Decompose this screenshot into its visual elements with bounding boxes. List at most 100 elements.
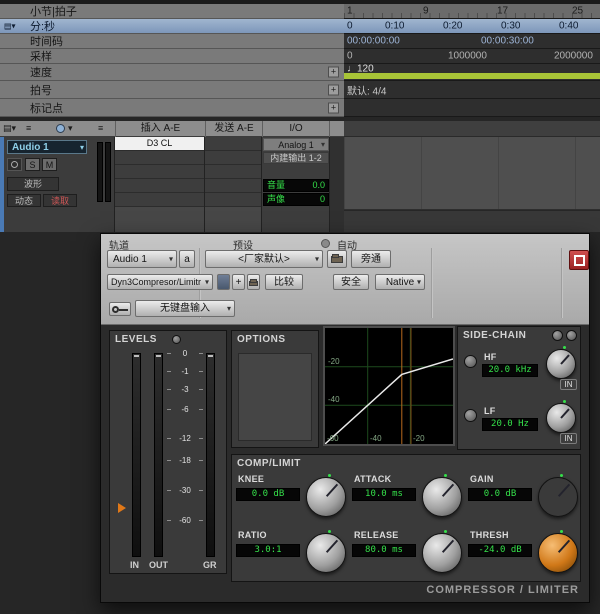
gain-knob[interactable]: [538, 477, 578, 517]
ruler-minsec-label-row[interactable]: ▤▾ 分:秒: [0, 19, 344, 34]
graph-x-tick: -60: [327, 434, 339, 443]
lf-value[interactable]: 20.0 Hz: [482, 418, 538, 431]
release-knob[interactable]: [422, 533, 462, 573]
edit-tools-icon[interactable]: ≡: [26, 123, 31, 133]
sends-column-header[interactable]: 发送 A-E: [205, 121, 262, 137]
lf-knob[interactable]: [546, 403, 576, 433]
ruler-markers-track[interactable]: [344, 99, 600, 117]
track-meter-left: [97, 142, 103, 202]
lf-in-button[interactable]: IN: [560, 433, 577, 444]
output-selector[interactable]: 内建输出 1-2: [263, 152, 329, 164]
ratio-label: RATIO: [238, 530, 267, 540]
librarian-icon[interactable]: [321, 239, 330, 248]
input-selector[interactable]: Analog 1: [263, 138, 329, 151]
sidechain-key-button[interactable]: [552, 330, 563, 341]
samples-value: 2000000: [554, 51, 593, 62]
insert-slot-5[interactable]: [115, 193, 204, 207]
track-list-menu-icon[interactable]: ▤▾: [3, 123, 16, 134]
keyboard-target-selector[interactable]: 无键盘输入: [135, 300, 235, 317]
insert-slot-4[interactable]: [115, 179, 204, 193]
release-value[interactable]: 80.0 ms: [352, 544, 416, 557]
preset-selector[interactable]: <厂家默认>: [205, 250, 323, 268]
mute-button[interactable]: M: [42, 158, 57, 171]
record-enable-button[interactable]: [7, 158, 22, 171]
graph-y-tick: -40: [328, 395, 340, 404]
automation-enable-button[interactable]: a: [179, 250, 195, 268]
target-button[interactable]: [569, 250, 589, 270]
knee-knob[interactable]: [306, 477, 346, 517]
markers-add-button[interactable]: +: [328, 102, 339, 113]
send-slot-1[interactable]: [205, 137, 261, 151]
attack-value[interactable]: 10.0 ms: [352, 488, 416, 501]
ruler-tempo-label-row[interactable]: 速度 +: [0, 64, 344, 81]
knee-value[interactable]: 0.0 dB: [236, 488, 300, 501]
ruler-bars-track[interactable]: 1 9 17 25: [344, 4, 600, 19]
thresh-knob[interactable]: [538, 533, 578, 573]
automation-mode-button[interactable]: 读取: [43, 194, 77, 207]
pan-readout[interactable]: 声像 0: [263, 193, 329, 206]
ratio-knob[interactable]: [306, 533, 346, 573]
ruler-tempo-track[interactable]: ♩120: [344, 64, 600, 81]
ruler-bars-label-row[interactable]: 小节|拍子: [0, 4, 344, 19]
track-view-selector[interactable]: 波形: [7, 177, 59, 191]
send-slot-2[interactable]: [205, 151, 261, 165]
ruler-timecode-label-row[interactable]: 时间码: [0, 34, 344, 49]
threshold-arrow-icon[interactable]: [118, 503, 126, 513]
send-slot-3[interactable]: [205, 165, 261, 179]
ratio-value[interactable]: 3.0:1: [236, 544, 300, 557]
save-folder-icon: [249, 281, 258, 286]
solo-button[interactable]: S: [25, 158, 40, 171]
tempo-add-button[interactable]: +: [328, 67, 339, 78]
attack-knob[interactable]: [422, 477, 462, 517]
preset-folder-button[interactable]: [327, 250, 347, 268]
save-preset-button[interactable]: [247, 274, 260, 290]
automation-group-button[interactable]: 动态: [7, 194, 41, 207]
settings-menu-button[interactable]: [217, 274, 230, 290]
meter-add-button[interactable]: +: [328, 84, 339, 95]
ruler-list-icon[interactable]: ▤▾: [4, 22, 16, 31]
ruler-timecode-track[interactable]: 00:00:00:00 00:00:30:00: [344, 34, 600, 49]
hf-in-button[interactable]: IN: [560, 379, 577, 390]
send-slot-4[interactable]: [205, 179, 261, 193]
add-preset-button[interactable]: +: [232, 274, 245, 290]
volume-readout[interactable]: 音量 0.0: [263, 179, 329, 192]
track-lane[interactable]: [344, 137, 600, 210]
keyboard-focus-button[interactable]: [109, 302, 131, 316]
track-name-field[interactable]: Audio 1 ▾: [7, 140, 87, 154]
clock-caret-icon[interactable]: ▾: [68, 123, 73, 134]
bars-tick: 1: [347, 6, 353, 17]
hf-value[interactable]: 20.0 kHz: [482, 364, 538, 377]
hf-knob[interactable]: [546, 349, 576, 379]
levels-knob-icon[interactable]: [172, 335, 181, 344]
insert-slot-2[interactable]: [115, 151, 204, 165]
list-icon[interactable]: ≡: [98, 123, 103, 133]
sidechain-listen-button[interactable]: [566, 330, 577, 341]
inserts-column-header[interactable]: 插入 A-E: [115, 121, 205, 137]
timeline-header-spacer: [344, 121, 600, 137]
thresh-value[interactable]: -24.0 dB: [468, 544, 532, 557]
ruler-markers-label-row[interactable]: 标记点 +: [0, 99, 344, 117]
plugin-selector[interactable]: Dyn3Compresor/Limitr: [107, 274, 213, 290]
ruler-samples-track[interactable]: 0 1000000 2000000: [344, 49, 600, 64]
track-name: Audio 1: [12, 142, 49, 153]
compare-button[interactable]: 比较: [265, 274, 303, 290]
plugin-track-selector[interactable]: Audio 1: [107, 250, 177, 268]
gain-value[interactable]: 0.0 dB: [468, 488, 532, 501]
ruler-minsec-track[interactable]: 0 0:10 0:20 0:30 0:40: [344, 19, 600, 34]
clock-icon[interactable]: [56, 124, 65, 133]
lf-listen-button[interactable]: [464, 409, 477, 422]
auto-mode-button[interactable]: Native: [375, 274, 425, 290]
bypass-button[interactable]: 旁通: [351, 250, 391, 268]
ruler-meter-label-row[interactable]: 拍号 +: [0, 81, 344, 99]
ruler-meter-track[interactable]: 默认: 4/4: [344, 81, 600, 99]
bars-tick: 17: [497, 6, 508, 17]
samples-value: 1000000: [448, 51, 487, 62]
io-column-header[interactable]: I/O: [262, 121, 330, 137]
safe-button[interactable]: 安全: [333, 274, 369, 290]
ruler-samples-label-row[interactable]: 采样: [0, 49, 344, 64]
insert-slot-3[interactable]: [115, 165, 204, 179]
send-slot-5[interactable]: [205, 193, 261, 207]
hf-listen-button[interactable]: [464, 355, 477, 368]
graph-x-tick: -40: [370, 434, 382, 443]
insert-slot-1[interactable]: D3 CL: [115, 137, 204, 151]
